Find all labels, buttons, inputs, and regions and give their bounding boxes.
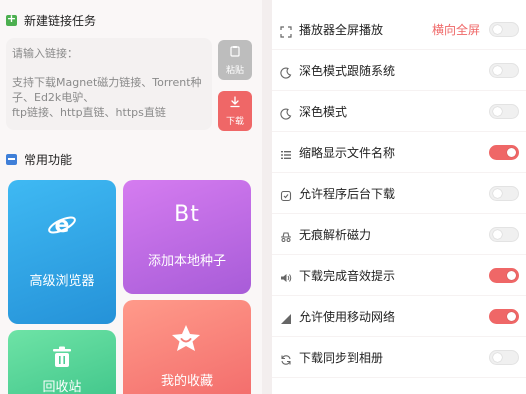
star-icon [171, 324, 201, 356]
setting-toggle[interactable] [489, 103, 519, 119]
add-torrent-card[interactable]: Bt 添加本地种子 [123, 180, 251, 294]
setting-label: 下载完成音效提示 [299, 268, 396, 283]
moon-icon [280, 64, 292, 79]
download-button-label: 下载 [225, 116, 244, 127]
setting-label: 播放器全屏播放 [299, 22, 384, 37]
list-icon [280, 146, 292, 159]
add-torrent-card-label: 添加本地种子 [147, 254, 226, 269]
setting-label: 允许使用移动网络 [299, 309, 396, 324]
setting-toggle[interactable] [489, 185, 519, 201]
setting-toggle[interactable] [489, 62, 519, 78]
add-task-icon [6, 12, 17, 26]
trash-icon [52, 346, 72, 372]
setting-label: 深色模式 [299, 104, 348, 119]
setting-row-dark-follow-system[interactable]: 深色模式跟随系统 [272, 50, 526, 91]
pane-divider [262, 0, 272, 394]
link-hint-line: ftp链接、http直链、https直链 [12, 106, 166, 119]
fullscreen-mode-value[interactable]: 横向全屏 [432, 21, 480, 38]
setting-row-fullscreen[interactable]: 播放器全屏播放 横向全屏 [272, 9, 526, 50]
fullscreen-icon [280, 23, 292, 38]
setting-row-dark-mode[interactable]: 深色模式 [272, 91, 526, 132]
link-hint-line: 子、Ed2k电驴、 [12, 91, 95, 104]
setting-toggle[interactable] [489, 226, 519, 242]
setting-label: 下载同步到相册 [299, 350, 384, 365]
link-input-placeholder: 请输入链接： [12, 47, 78, 60]
paste-button-label: 粘贴 [225, 65, 244, 76]
browser-card-label: 高级浏览器 [29, 274, 95, 289]
download-button[interactable]: 下载 [218, 91, 252, 131]
favorites-card[interactable]: 我的收藏 [123, 300, 251, 394]
setting-toggle[interactable] [489, 349, 519, 365]
bt-icon: Bt [174, 202, 200, 227]
setting-label: 无痕解析磁力 [299, 227, 372, 242]
setting-row-mobile-network[interactable]: 允许使用移动网络 [272, 296, 526, 337]
new-task-title: 新建链接任务 [24, 14, 97, 28]
new-task-header: 新建链接任务 [6, 12, 96, 29]
setting-row-short-filename[interactable]: 缩略显示文件名称 [272, 132, 526, 173]
common-title: 常用功能 [24, 153, 73, 167]
background-icon [280, 187, 292, 202]
setting-toggle[interactable] [489, 308, 519, 324]
recycle-bin-card[interactable]: 回收站 [8, 330, 116, 394]
common-header: 常用功能 [6, 151, 72, 168]
setting-toggle[interactable] [489, 144, 519, 160]
favorites-card-label: 我的收藏 [160, 374, 213, 389]
setting-label: 允许程序后台下载 [299, 186, 396, 201]
browser-card[interactable]: e 高级浏览器 [8, 180, 116, 324]
download-icon [229, 95, 241, 111]
signal-icon [280, 310, 292, 324]
clipboard-icon [229, 45, 241, 60]
setting-toggle[interactable] [489, 21, 519, 37]
setting-row-incognito-magnet[interactable]: 无痕解析磁力 [272, 214, 526, 255]
setting-row-background-download[interactable]: 允许程序后台下载 [272, 173, 526, 214]
setting-row-complete-sound[interactable]: 下载完成音效提示 [272, 255, 526, 296]
sync-icon [280, 351, 292, 365]
settings-list: 播放器全屏播放 横向全屏 深色模式跟随系统 深色模式 缩略显示文件名称 允许程序… [272, 0, 526, 394]
sound-icon [280, 269, 292, 282]
setting-label: 深色模式跟随系统 [299, 63, 396, 78]
svg-text:e: e [55, 213, 70, 238]
moon-icon [280, 105, 292, 120]
setting-toggle[interactable] [489, 267, 519, 283]
link-input[interactable]: 请输入链接： 支持下载Magnet磁力链接、Torrent种 子、Ed2k电驴、… [6, 38, 212, 130]
paste-button[interactable]: 粘贴 [218, 40, 252, 80]
setting-row-sync-album[interactable]: 下载同步到相册 [272, 337, 526, 378]
incognito-icon [280, 228, 292, 242]
setting-label: 缩略显示文件名称 [299, 145, 396, 160]
browser-e-icon: e [47, 210, 77, 244]
link-hint-line: 支持下载Magnet磁力链接、Torrent种 [12, 76, 202, 89]
left-pane: 新建链接任务 请输入链接： 支持下载Magnet磁力链接、Torrent种 子、… [0, 0, 262, 394]
recycle-bin-card-label: 回收站 [42, 380, 82, 394]
toolbox-icon [6, 154, 17, 165]
